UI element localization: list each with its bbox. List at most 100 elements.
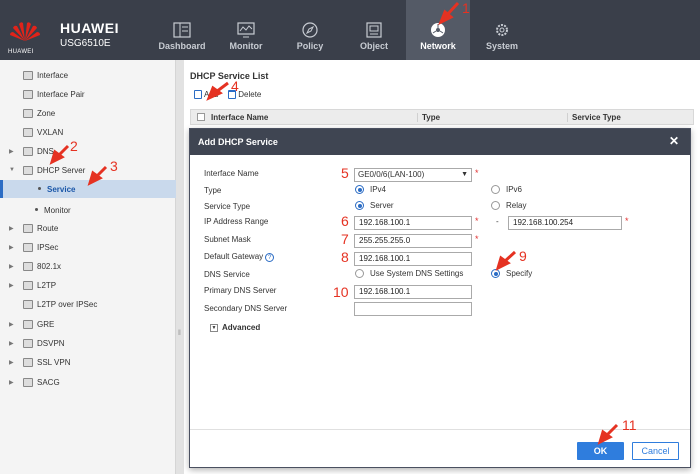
l2tp-ipsec-icon bbox=[23, 299, 33, 309]
cancel-button[interactable]: Cancel bbox=[632, 442, 679, 460]
nav-dashboard-label: Dashboard bbox=[158, 41, 206, 51]
sidebar-item-interface-pair[interactable]: Interface Pair bbox=[0, 85, 176, 103]
radio-relay[interactable]: Relay bbox=[491, 201, 526, 210]
add-button[interactable]: Add bbox=[194, 90, 218, 99]
policy-icon bbox=[302, 22, 318, 38]
ip-range-end-input[interactable]: 192.168.100.254 bbox=[508, 216, 622, 230]
interface-icon bbox=[23, 70, 33, 80]
expand-icon[interactable]: ▶ bbox=[9, 148, 14, 155]
sidebar-item-gre[interactable]: ▶ GRE bbox=[0, 315, 176, 333]
nav-monitor[interactable]: Monitor bbox=[214, 0, 278, 60]
expand-icon[interactable]: ▶ bbox=[9, 359, 14, 366]
ssl-vpn-icon bbox=[23, 357, 33, 367]
add-dhcp-service-dialog: Add DHCP Service ✕ Interface Name GE0/0/… bbox=[189, 128, 691, 468]
subnet-mask-input[interactable]: 255.255.255.0 bbox=[354, 234, 472, 248]
expand-icon[interactable]: ▶ bbox=[9, 244, 14, 251]
expand-icon[interactable]: ▶ bbox=[9, 379, 14, 386]
annotation-10: 10 bbox=[333, 284, 349, 300]
label-default-gateway: Default Gateway? bbox=[204, 252, 275, 262]
collapse-arrow-icon: ‖ bbox=[178, 330, 181, 337]
sidebar-item-ipsec[interactable]: ▶ IPSec bbox=[0, 238, 176, 256]
sidebar-item-label: IPSec bbox=[37, 242, 59, 252]
nav-policy[interactable]: Policy bbox=[278, 0, 342, 60]
radio-relay-label: Relay bbox=[506, 201, 527, 210]
sidebar-item-ssl-vpn[interactable]: ▶ SSL VPN bbox=[0, 353, 176, 371]
network-icon bbox=[431, 23, 445, 37]
advanced-toggle[interactable]: ▼ Advanced bbox=[210, 323, 260, 332]
sidebar-item-interface[interactable]: Interface bbox=[0, 66, 176, 84]
8021x-icon bbox=[23, 261, 33, 271]
column-type[interactable]: Type bbox=[417, 112, 567, 122]
required-mark: * bbox=[475, 234, 479, 244]
sidebar-item-label: VXLAN bbox=[37, 127, 64, 137]
sidebar-item-service[interactable]: Service bbox=[0, 180, 176, 198]
collapse-icon[interactable]: ▼ bbox=[9, 167, 15, 173]
nav-network-label: Network bbox=[420, 41, 456, 51]
zone-icon bbox=[23, 108, 33, 118]
expand-icon[interactable]: ▶ bbox=[9, 321, 14, 328]
sidebar-item-dhcp-server[interactable]: ▼ DHCP Server bbox=[0, 161, 176, 179]
interface-select[interactable]: GE0/0/6(LAN-100) ▼ bbox=[354, 168, 472, 182]
sidebar-item-dsvpn[interactable]: ▶ DSVPN bbox=[0, 334, 176, 352]
sidebar: Interface Interface Pair Zone VXLAN ▶ DNS… bbox=[0, 60, 176, 474]
ip-range-start-input[interactable]: 192.168.100.1 bbox=[354, 216, 472, 230]
radio-server[interactable]: Server bbox=[355, 201, 394, 210]
nav-object-label: Object bbox=[359, 41, 388, 51]
sidebar-item-vxlan[interactable]: VXLAN bbox=[0, 123, 176, 141]
radio-selected-icon bbox=[355, 185, 364, 194]
nav-system-label: System bbox=[485, 41, 519, 51]
expand-icon[interactable]: ▶ bbox=[9, 282, 14, 289]
sidebar-item-dns[interactable]: ▶ DNS bbox=[0, 142, 176, 160]
nav-network[interactable]: Network bbox=[406, 0, 470, 60]
sacg-icon bbox=[23, 377, 33, 387]
radio-system-dns-label: Use System DNS Settings bbox=[370, 269, 464, 278]
interface-select-value: GE0/0/6(LAN-100) bbox=[358, 170, 425, 179]
secondary-dns-input[interactable] bbox=[354, 302, 472, 316]
table-header: Interface Name Type Service Type bbox=[190, 109, 694, 125]
sidebar-item-sacg[interactable]: ▶ SACG bbox=[0, 373, 176, 391]
vxlan-icon bbox=[23, 127, 33, 137]
nav-object[interactable]: Object bbox=[342, 0, 406, 60]
radio-unselected-icon bbox=[491, 201, 500, 210]
sidebar-item-8021x[interactable]: ▶ 802.1x bbox=[0, 257, 176, 275]
sidebar-item-zone[interactable]: Zone bbox=[0, 104, 176, 122]
sidebar-item-label: Interface Pair bbox=[37, 89, 85, 99]
radio-system-dns[interactable]: Use System DNS Settings bbox=[355, 269, 463, 278]
advanced-label: Advanced bbox=[222, 323, 261, 332]
chevron-down-icon: ▼ bbox=[461, 171, 468, 178]
dsvpn-icon bbox=[23, 338, 33, 348]
select-all-checkbox[interactable] bbox=[197, 113, 205, 121]
nav-monitor-label: Monitor bbox=[229, 41, 263, 51]
label-primary-dns: Primary DNS Server bbox=[204, 286, 277, 295]
add-label: Add bbox=[204, 90, 219, 99]
close-icon[interactable]: ✕ bbox=[668, 135, 680, 147]
label-dns-service: DNS Service bbox=[204, 270, 250, 279]
object-icon bbox=[366, 22, 382, 38]
default-gateway-input[interactable]: 192.168.100.1 bbox=[354, 252, 472, 266]
sidebar-item-monitor[interactable]: Monitor bbox=[0, 201, 176, 219]
expand-icon[interactable]: ▶ bbox=[9, 340, 14, 347]
expand-icon[interactable]: ▶ bbox=[9, 225, 14, 232]
add-icon bbox=[194, 90, 202, 99]
primary-dns-input[interactable]: 192.168.100.1 bbox=[354, 285, 472, 299]
expand-icon[interactable]: ▶ bbox=[9, 263, 14, 270]
label-subnet-mask: Subnet Mask bbox=[204, 235, 251, 244]
sidebar-item-l2tp[interactable]: ▶ L2TP bbox=[0, 276, 176, 294]
sidebar-item-label: DNS bbox=[37, 146, 54, 156]
page-title: DHCP Service List bbox=[190, 71, 269, 81]
sidebar-item-l2tp-over-ipsec[interactable]: L2TP over IPSec bbox=[0, 295, 176, 313]
nav-system[interactable]: System bbox=[470, 0, 534, 60]
radio-specify-dns[interactable]: Specify bbox=[491, 269, 532, 278]
help-icon[interactable]: ? bbox=[265, 253, 275, 262]
radio-unselected-icon bbox=[491, 185, 500, 194]
radio-ipv6[interactable]: IPv6 bbox=[491, 185, 522, 194]
sidebar-collapse-handle[interactable]: ‖ bbox=[176, 60, 184, 474]
radio-ipv4[interactable]: IPv4 bbox=[355, 185, 386, 194]
sidebar-item-route[interactable]: ▶ Route bbox=[0, 219, 176, 237]
column-service-type[interactable]: Service Type bbox=[567, 112, 621, 122]
radio-server-label: Server bbox=[370, 201, 394, 210]
nav-dashboard[interactable]: Dashboard bbox=[150, 0, 214, 60]
annotation-3: 3 bbox=[110, 158, 118, 174]
ok-button[interactable]: OK bbox=[577, 442, 624, 460]
column-interface-name[interactable]: Interface Name bbox=[211, 113, 417, 122]
